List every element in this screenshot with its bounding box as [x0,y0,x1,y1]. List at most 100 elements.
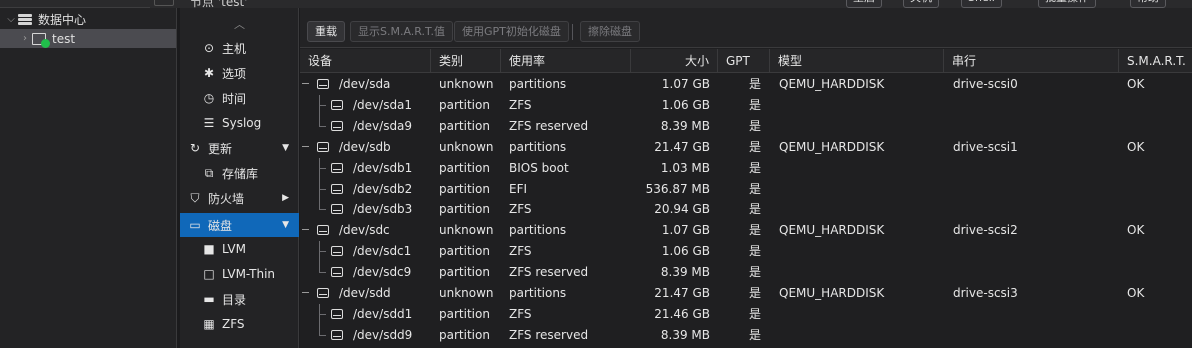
view-gear-button[interactable] [154,0,174,6]
repository-icon: ⧉ [204,165,214,180]
cell-smart [1127,199,1187,220]
collapse-up-icon[interactable]: ︿ [180,16,299,32]
disk-icon: ▭ [189,218,201,232]
hard-disk-icon [331,329,343,340]
cell-device: /dev/sdd9 [353,327,413,342]
partition-row[interactable]: /dev/sdc1 partition ZFS 1.06 GB 是 [300,241,1192,263]
partition-row[interactable]: /dev/sdb3 partition ZFS 20.94 GB 是 [300,199,1192,220]
column-header-smart[interactable]: S.M.A.R.T. [1119,49,1192,73]
reload-button[interactable]: 重载 [307,21,345,42]
cell-serial: drive-scsi0 [953,77,1018,91]
partition-row[interactable]: /dev/sda1 partition ZFS 1.06 GB 是 [300,94,1192,116]
partition-row[interactable]: /dev/sdb2 partition EFI 536.87 MB 是 [300,178,1192,200]
hard-disk-icon [331,120,343,131]
cell-size: 1.07 GB [661,77,710,91]
table-scrollbar[interactable] [1188,74,1192,348]
node-online-icon [32,32,50,48]
view-selector[interactable] [0,0,150,8]
tree-item-datacenter[interactable]: ⌵ 数据中心 [0,10,176,29]
cell-gpt: 是 [748,286,761,300]
cell-model [779,304,939,325]
disk-row[interactable]: /dev/sda unknown partitions 1.07 GB 是 QEMU_HA… [300,74,1192,95]
show-smart-button[interactable]: 显示S.M.A.R.T.值 [350,21,453,42]
column-header-gpt[interactable]: GPT [718,49,770,73]
cell-size: 1.03 MB [660,160,710,175]
disk-row[interactable]: /dev/sdd unknown partitions 21.47 GB 是 QEMU_H… [300,283,1192,304]
menu-item-host[interactable]: ⊙ 主机 [180,36,299,60]
column-header-serial[interactable]: 串行 [944,49,1119,73]
help-button[interactable]: 帮助 [1130,0,1166,8]
hard-disk-icon [331,246,343,257]
cell-device: /dev/sda1 [353,97,413,112]
menu-item-zfs[interactable]: ▦ ZFS [180,312,299,336]
menu-item-repositories[interactable]: ⧉ 存储库 [180,161,299,185]
wipe-disk-button[interactable]: 擦除磁盘 [580,21,640,42]
table-header: 设备 类别 使用率 大小 GPT 模型 串行 S.M.A.R.T. [300,49,1192,73]
collapse-toggle-icon[interactable] [302,229,309,231]
folder-icon: ▬ [203,292,215,306]
bulk-actions-button[interactable]: 批量操作 [1038,0,1096,8]
cell-usage: EFI [509,181,528,196]
cell-serial [953,179,1113,200]
cell-type: partition [439,265,490,280]
menu-item-lvm-thin[interactable]: □ LVM-Thin [180,262,299,286]
toolbar-separator [572,24,573,40]
column-header-device[interactable]: 设备 [300,49,431,73]
tree-item-node[interactable]: › test [0,29,176,48]
menu-item-time[interactable]: ◷ 时间 [180,86,299,110]
menu-item-updates[interactable]: ↻ 更新 ▼ [180,136,299,160]
reboot-button[interactable]: 重启 [846,0,882,8]
column-header-type[interactable]: 类别 [431,49,501,73]
partition-row[interactable]: /dev/sdb1 partition BIOS boot 1.03 MB 是 [300,157,1192,179]
hard-disk-icon [317,288,329,298]
cell-serial [953,95,1113,116]
cell-gpt: 是 [748,181,761,196]
node-title: 节点 'test' [190,0,248,8]
menu-item-lvm[interactable]: ■ LVM [180,237,299,261]
hard-disk-icon [331,308,343,319]
cell-type: partition [439,118,490,133]
chevron-right-icon[interactable]: ▶ [282,193,289,203]
partition-row[interactable]: /dev/sdd9 partition ZFS reserved 8.39 MB 是 [300,324,1192,346]
refresh-icon: ↻ [189,141,201,155]
column-header-size[interactable]: 大小 [631,49,718,73]
node-menu: ︿ ⊙ 主机 ✱ 选项 ◷ 时间 ☰ Syslog ↻ 更新 ▼ ⧉ 存储库 ⛉ 防火墙 ▶ … [180,8,299,348]
tree-line [319,167,326,169]
shutdown-button[interactable]: 关机 [903,0,939,8]
chevron-down-icon[interactable]: ⌵ [6,14,16,25]
partition-row[interactable]: /dev/sdd1 partition ZFS 21.46 GB 是 [300,303,1192,325]
partition-row[interactable]: /dev/sdc9 partition ZFS reserved 8.39 MB 是 [300,262,1192,283]
hard-disk-icon [317,225,329,236]
cell-usage: ZFS reserved [509,118,589,133]
menu-item-firewall[interactable]: ⛉ 防火墙 ▶ [180,186,299,210]
disk-row[interactable]: /dev/sdc unknown partitions 1.07 GB 是 QEMU_HA… [300,220,1192,241]
menu-item-options[interactable]: ✱ 选项 [180,61,299,85]
column-header-usage[interactable]: 使用率 [501,49,631,73]
cell-usage: ZFS reserved [509,265,589,280]
collapse-toggle-icon[interactable] [302,145,309,147]
tree-item-label: test [52,31,76,46]
square-icon: ■ [203,242,215,256]
cell-device: /dev/sdb1 [353,160,413,175]
hard-disk-icon [331,183,343,194]
shell-button[interactable]: Shell [961,0,1002,8]
cell-type: unknown [439,286,494,300]
menu-item-syslog[interactable]: ☰ Syslog [180,111,299,135]
list-icon: ☰ [203,116,215,130]
cell-usage: ZFS [509,306,532,321]
collapse-toggle-icon[interactable] [302,292,309,293]
partition-row[interactable]: /dev/sda9 partition ZFS reserved 8.39 MB 是 [300,115,1192,137]
cell-gpt: 是 [748,265,761,280]
disk-row[interactable]: /dev/sdb unknown partitions 21.47 GB 是 QEMU_H… [300,137,1192,158]
chevron-right-icon[interactable]: › [20,33,30,44]
cell-usage: ZFS [509,244,532,259]
chevron-down-icon[interactable]: ▼ [282,220,289,230]
tree-line [319,104,326,106]
collapse-toggle-icon[interactable] [302,83,309,84]
menu-item-disks[interactable]: ▭ 磁盘 ▼ [180,213,299,237]
init-gpt-button[interactable]: 使用GPT初始化磁盘 [454,21,569,42]
chevron-down-icon[interactable]: ▼ [282,143,289,153]
column-header-model[interactable]: 模型 [770,49,944,73]
menu-item-directory[interactable]: ▬ 目录 [180,287,299,311]
cell-model [779,241,939,262]
